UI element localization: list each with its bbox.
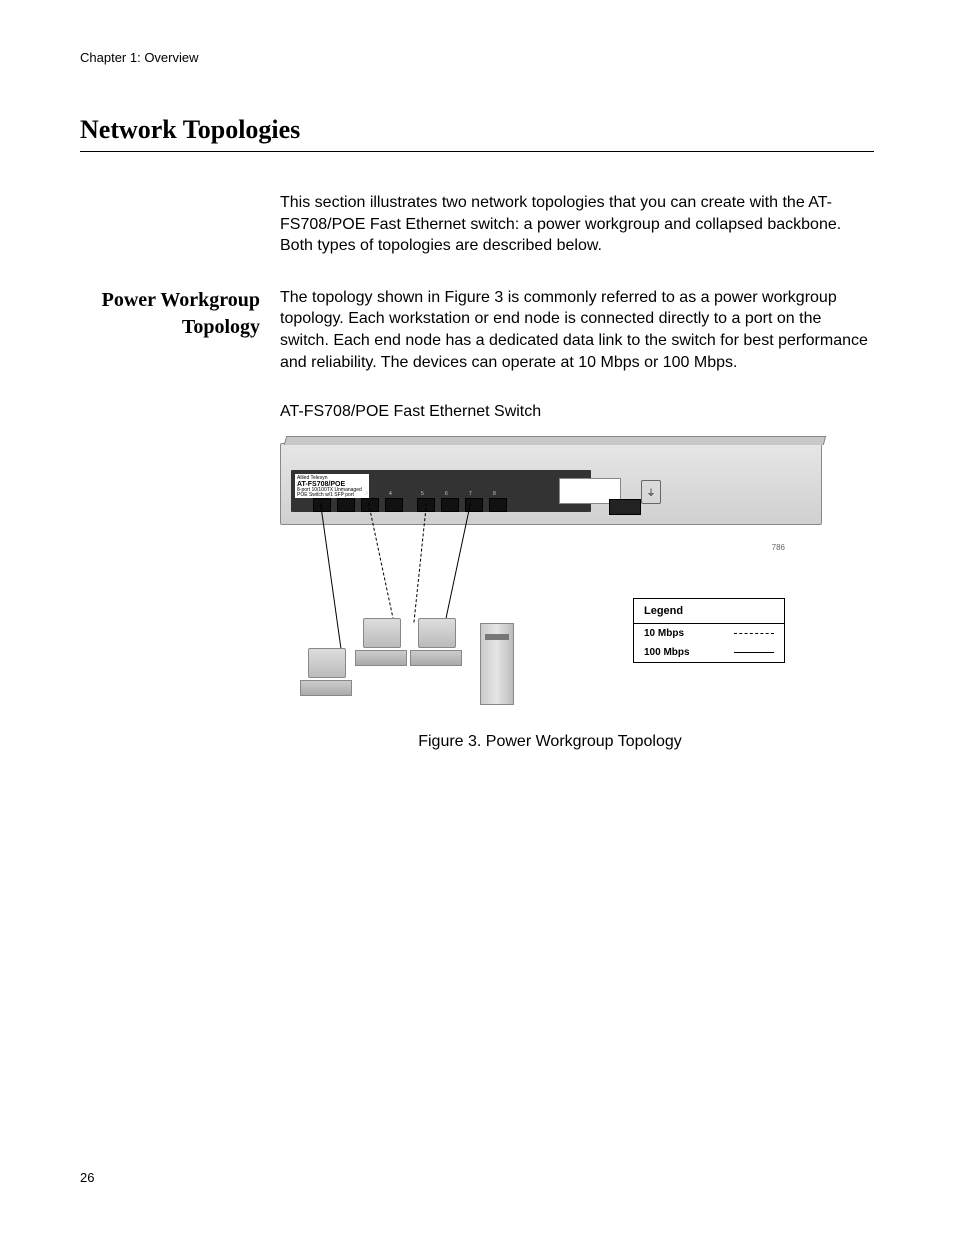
legend-label-10mbps: 10 Mbps [644, 628, 684, 639]
diagram-ref-number: 786 [772, 543, 785, 552]
page-number: 26 [80, 1170, 94, 1185]
port-2-icon: 2 [337, 498, 355, 512]
workstation-2-icon [355, 618, 410, 673]
port-4-icon: 4 [385, 498, 403, 512]
port-8-icon: 8 [489, 498, 507, 512]
topology-diagram: Allied Telesyn AT-FS708/POE 8-port 10/10… [280, 433, 820, 713]
figure-device-label: AT-FS708/POE Fast Ethernet Switch [280, 403, 874, 421]
switch-label-panel: Allied Telesyn AT-FS708/POE 8-port 10/10… [295, 474, 369, 498]
section-title: Network Topologies [80, 115, 874, 152]
solid-line-icon [734, 652, 774, 653]
cable-100mbps-1 [320, 503, 342, 652]
subsection-body: The topology shown in Figure 3 is common… [280, 287, 874, 373]
server-tower-icon [480, 623, 514, 705]
port-6-icon: 6 [441, 498, 459, 512]
chapter-header: Chapter 1: Overview [80, 50, 874, 65]
intro-paragraph: This section illustrates two network top… [280, 192, 874, 257]
switch-icon: Allied Telesyn AT-FS708/POE 8-port 10/10… [280, 443, 822, 525]
legend-row-100mbps: 100 Mbps [634, 643, 784, 662]
subsection-label: Power Workgroup Topology [80, 287, 260, 373]
legend-row-10mbps: 10 Mbps [634, 624, 784, 643]
legend-box: Legend 10 Mbps 100 Mbps [633, 598, 785, 663]
sfp-slot-icon [609, 499, 641, 515]
dashed-line-icon [734, 633, 774, 634]
workstation-1-icon [300, 648, 355, 703]
workstation-3-icon [410, 618, 465, 673]
switch-subtitle: 8-port 10/100TX Unmanaged POE Switch w/1… [297, 488, 367, 498]
figure-caption: Figure 3. Power Workgroup Topology [280, 733, 820, 751]
legend-title: Legend [634, 599, 784, 624]
legend-label-100mbps: 100 Mbps [644, 647, 690, 658]
subsection-power-workgroup: Power Workgroup Topology The topology sh… [80, 287, 874, 373]
ground-icon: ⏚ [641, 480, 661, 504]
figure-3: AT-FS708/POE Fast Ethernet Switch Allied… [280, 403, 874, 751]
